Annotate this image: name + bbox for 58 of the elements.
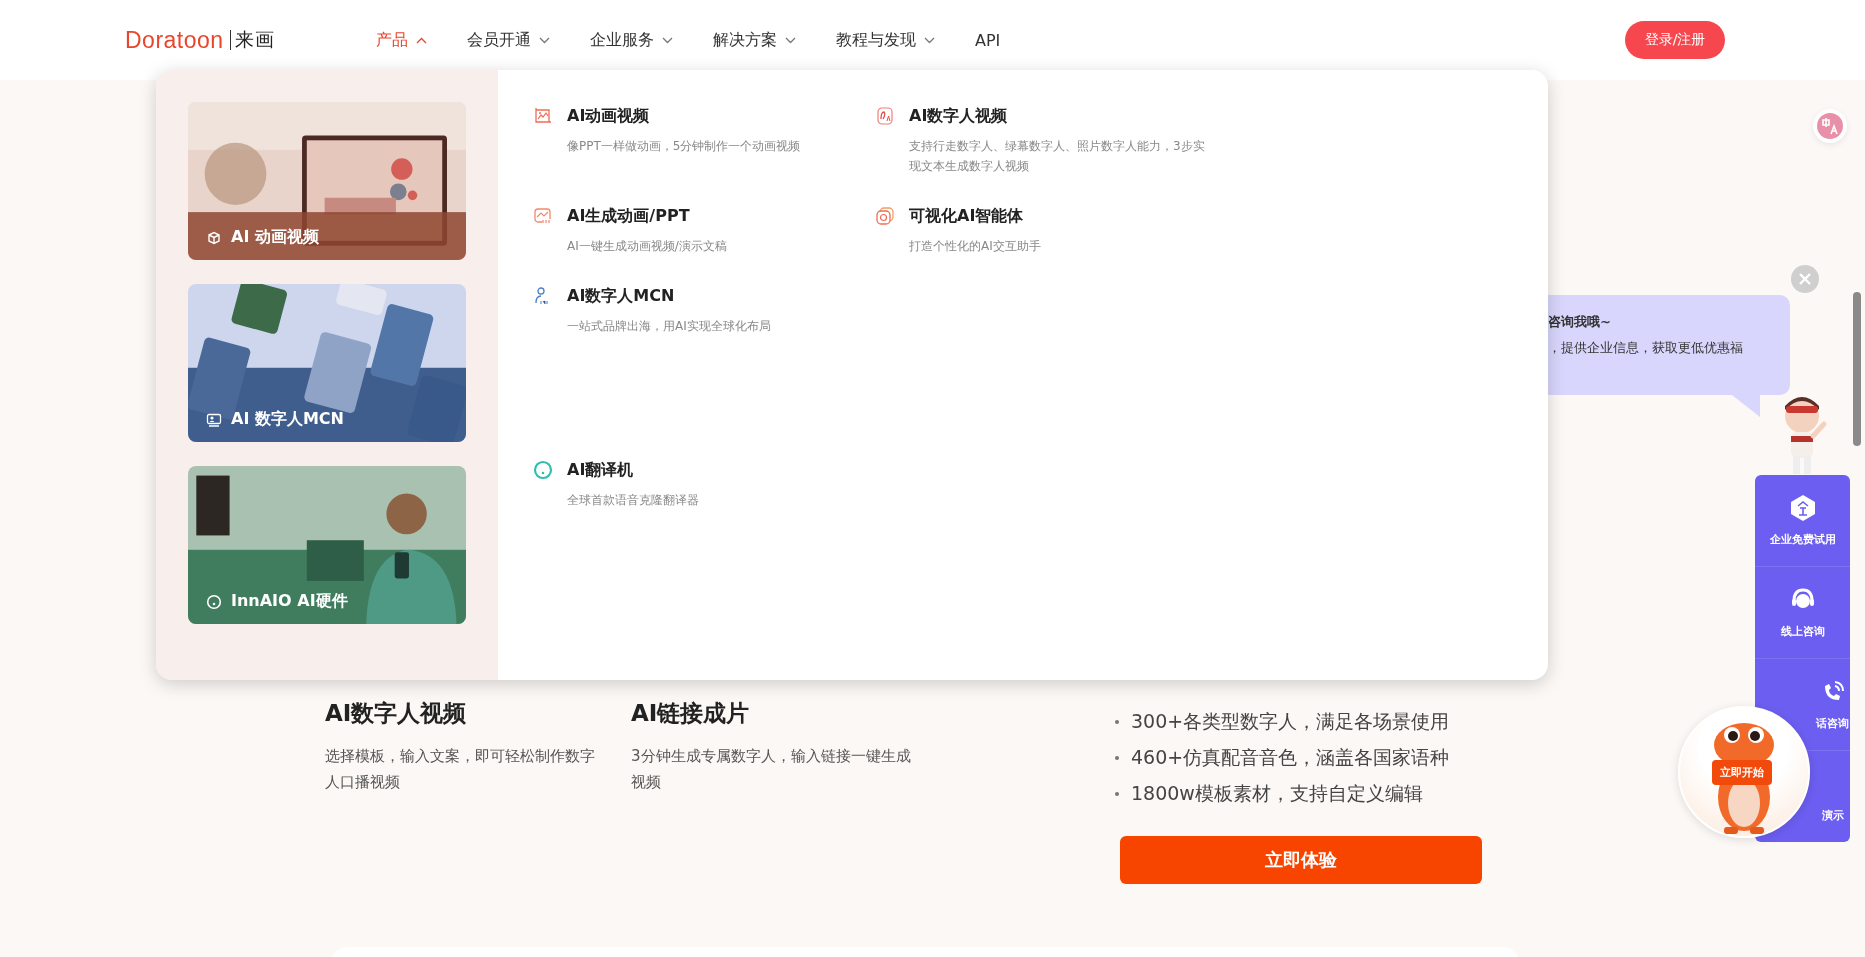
menu-item-description: 支持行走数字人、绿幕数字人、照片数字人能力，3步实现文本生成数字人视频 [909, 138, 1206, 175]
card-title: AI 数字人MCN [231, 409, 344, 430]
menu-item-link[interactable]: AI翻译机 [567, 460, 867, 480]
logo-wordmark[interactable]: Doratoon [125, 30, 231, 50]
card-title: AI 动画视频 [231, 227, 319, 248]
nav-tab[interactable]: 企业服务 [590, 29, 673, 51]
menu-item-description: 打造个性化的AI交互助手 [909, 238, 1042, 255]
product-card[interactable]: AI 数字人MCN [188, 284, 466, 442]
menu-item-link[interactable]: AI动画视频 [567, 106, 867, 126]
feature-description: 3分钟生成专属数字人，输入链接一键生成视频 [631, 746, 912, 793]
ppt-image-icon [533, 206, 553, 226]
product-card[interactable]: AI 动画视频 [188, 102, 466, 260]
circle-icon [206, 593, 222, 610]
menu-item-link[interactable]: AI生成动画/PPT [567, 206, 867, 226]
bubble-text: ，提供企业信息，获取更低优惠福 [1548, 339, 1744, 357]
logo-chinese-name: 来画 [233, 27, 275, 52]
bullet-text: 1800w模板素材，支持自定义编辑 [1131, 781, 1423, 806]
ring-icon [533, 460, 553, 480]
nav-tab[interactable]: 解决方案 [713, 29, 796, 51]
menu-item-description: 全球首款语音克隆翻译器 [567, 492, 700, 509]
scrollbar-thumb[interactable] [1853, 292, 1861, 446]
start-widget[interactable]: 立即开始 [1678, 706, 1810, 838]
menu-item-link[interactable]: AI数字人视频 [909, 106, 1209, 126]
nav-tab[interactable]: 产品 [376, 29, 427, 51]
bullet-dot [1115, 792, 1119, 796]
hexagon-icon [1788, 494, 1817, 522]
side-panel-button[interactable]: 演示 [1815, 751, 1850, 842]
menu-item-description: AI一键生成动画视频/演示文稿 [567, 238, 728, 255]
product-card[interactable]: InnAIO AI硬件 [188, 466, 466, 624]
menu-item-link[interactable]: AI数字人MCN [567, 286, 867, 306]
image-frame-icon [533, 106, 553, 126]
start-now-badge[interactable]: 立即开始 [1712, 760, 1772, 785]
menu-item-description: 一站式品牌出海，用AI实现全球化布局 [567, 318, 772, 335]
side-panel-button[interactable]: 话咨询 [1815, 659, 1850, 750]
bubble-title: 咨询我哦~ [1548, 313, 1612, 331]
feature-title: AI链接成片 [631, 699, 751, 728]
feature-description: 选择模板，输入文案，即可轻松制作数字人口播视频 [325, 746, 596, 793]
bullet-text: 300+各类型数字人，满足各场景使用 [1131, 709, 1450, 734]
close-icon[interactable] [1791, 265, 1819, 293]
nav-tab[interactable]: 会员开通 [467, 29, 550, 51]
translate-icon[interactable] [1813, 109, 1847, 143]
bullet-text: 460+仿真配音音色，涵盖各国家语种 [1131, 745, 1450, 770]
login-button[interactable]: 登录/注册 [1625, 21, 1725, 59]
nav-tab[interactable]: 教程与发现 [836, 29, 935, 51]
feature-title: AI数字人视频 [325, 699, 468, 728]
try-now-button[interactable]: 立即体验 [1120, 836, 1482, 884]
ai-hand-icon [875, 106, 895, 126]
layers-icon [875, 206, 895, 226]
menu-item-link[interactable]: 可视化AI智能体 [909, 206, 1209, 226]
side-panel-button[interactable]: 线上咨询 [1755, 567, 1850, 658]
side-panel-button[interactable]: 企业免费试用 [1755, 475, 1850, 566]
menu-item-description: 像PPT一样做动画，5分钟制作一个动画视频 [567, 138, 802, 155]
id-card-icon [206, 411, 222, 428]
nav-tab[interactable]: API [975, 29, 1001, 51]
card-title: InnAIO AI硬件 [231, 591, 348, 612]
cube-icon [206, 229, 222, 246]
bullet-dot [1115, 756, 1119, 760]
bullet-dot [1115, 720, 1119, 724]
